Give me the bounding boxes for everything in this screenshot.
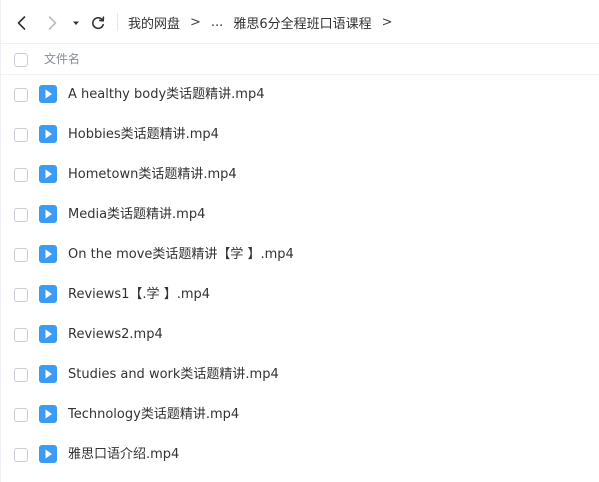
file-browser: 我的网盘 > ... 雅思6分全程班口语课程 > 文件名 A healthy b… (0, 0, 599, 482)
file-name[interactable]: Reviews2.mp4 (68, 315, 163, 355)
file-name[interactable]: Hometown类话题精讲.mp4 (68, 155, 237, 195)
toolbar: 我的网盘 > ... 雅思6分全程班口语课程 > (1, 0, 599, 44)
breadcrumb-separator-icon: > (190, 14, 201, 30)
select-all-checkbox[interactable] (14, 53, 28, 67)
toolbar-divider (117, 13, 118, 31)
list-header: 文件名 (1, 44, 599, 75)
list-item[interactable]: On the move类话题精讲【学 】.mp4 (1, 235, 599, 275)
breadcrumb: 我的网盘 > ... 雅思6分全程班口语课程 > (128, 0, 403, 44)
file-list: A healthy body类话题精讲.mp4 Hobbies类话题精讲.mp4… (1, 75, 599, 475)
video-file-icon (39, 285, 57, 303)
list-item[interactable]: Reviews1【.学 】.mp4 (1, 275, 599, 315)
video-file-icon (39, 405, 57, 423)
file-name[interactable]: Technology类话题精讲.mp4 (68, 395, 239, 435)
list-item[interactable]: Media类话题精讲.mp4 (1, 195, 599, 235)
list-item[interactable]: Hometown类话题精讲.mp4 (1, 155, 599, 195)
video-file-icon (39, 365, 57, 383)
list-item[interactable]: Hobbies类话题精讲.mp4 (1, 115, 599, 155)
row-checkbox[interactable] (14, 408, 28, 422)
forward-button[interactable] (41, 12, 63, 34)
list-item[interactable]: Technology类话题精讲.mp4 (1, 395, 599, 435)
row-checkbox[interactable] (14, 168, 28, 182)
refresh-button[interactable] (87, 12, 109, 34)
list-item[interactable]: 雅思口语介绍.mp4 (1, 435, 599, 475)
video-file-icon (39, 325, 57, 343)
refresh-icon (92, 16, 105, 30)
file-name[interactable]: 雅思口语介绍.mp4 (68, 435, 179, 475)
video-file-icon (39, 245, 57, 263)
breadcrumb-ellipsis[interactable]: ... (211, 15, 223, 30)
file-name[interactable]: On the move类话题精讲【学 】.mp4 (68, 235, 294, 275)
column-header-filename[interactable]: 文件名 (44, 44, 80, 74)
caret-down-icon (73, 21, 79, 25)
video-file-icon (39, 205, 57, 223)
chevron-left-icon (17, 16, 26, 30)
list-item[interactable]: Reviews2.mp4 (1, 315, 599, 355)
file-name[interactable]: A healthy body类话题精讲.mp4 (68, 75, 264, 115)
video-file-icon (39, 445, 57, 463)
row-checkbox[interactable] (14, 328, 28, 342)
video-file-icon (39, 125, 57, 143)
file-name[interactable]: Studies and work类话题精讲.mp4 (68, 355, 279, 395)
list-item[interactable]: A healthy body类话题精讲.mp4 (1, 75, 599, 115)
breadcrumb-current[interactable]: 雅思6分全程班口语课程 (233, 13, 371, 32)
history-dropdown-button[interactable] (67, 12, 85, 34)
back-button[interactable] (11, 12, 33, 34)
file-name[interactable]: Hobbies类话题精讲.mp4 (68, 115, 219, 155)
video-file-icon (39, 85, 57, 103)
row-checkbox[interactable] (14, 208, 28, 222)
row-checkbox[interactable] (14, 368, 28, 382)
row-checkbox[interactable] (14, 88, 28, 102)
row-checkbox[interactable] (14, 248, 28, 262)
chevron-right-icon (48, 16, 57, 30)
row-checkbox[interactable] (14, 128, 28, 142)
row-checkbox[interactable] (14, 288, 28, 302)
breadcrumb-separator-icon: > (381, 14, 393, 30)
file-name[interactable]: Media类话题精讲.mp4 (68, 195, 205, 235)
row-checkbox[interactable] (14, 448, 28, 462)
video-file-icon (39, 165, 57, 183)
file-name[interactable]: Reviews1【.学 】.mp4 (68, 275, 210, 315)
list-item[interactable]: Studies and work类话题精讲.mp4 (1, 355, 599, 395)
breadcrumb-root[interactable]: 我的网盘 (128, 13, 180, 32)
